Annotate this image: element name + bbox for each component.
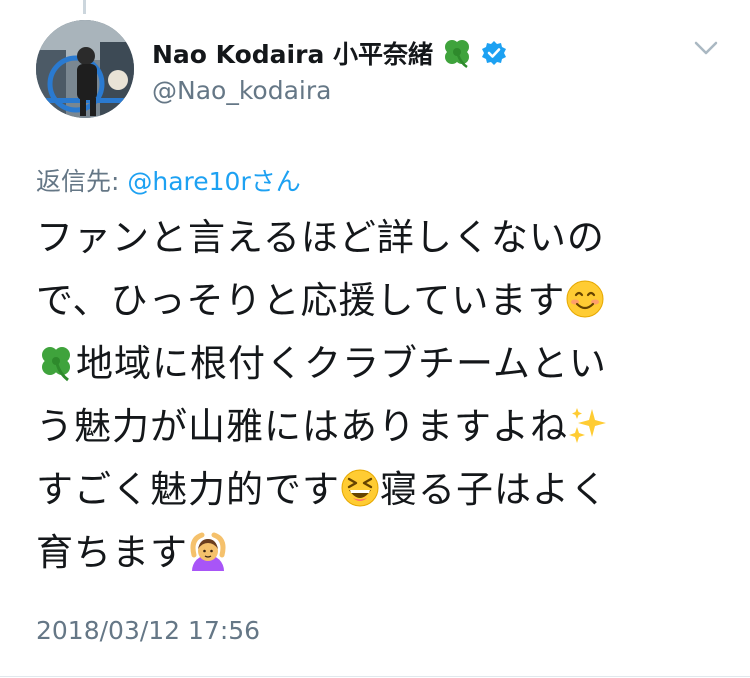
laughing-face-icon — [341, 469, 379, 507]
person-gesturing-ok-icon — [190, 532, 226, 571]
author-handle[interactable]: @Nao_kodaira — [152, 76, 507, 105]
author-display-name[interactable]: Nao Kodaira 小平奈緒 — [152, 35, 433, 71]
tweet-text-segment: で、ひっそりと応援しています — [36, 279, 566, 322]
smiling-face-icon — [566, 280, 604, 318]
tweet-text-segment: 寝る子はよく — [380, 468, 608, 511]
verified-badge-icon — [482, 41, 507, 65]
tweet-text-segment: すごく魅力的です — [36, 468, 340, 511]
reply-context: 返信先: @hare10rさん — [36, 162, 301, 198]
four-leaf-clover-icon — [42, 347, 70, 382]
tweet-text-segment: 育ちます — [36, 531, 188, 574]
tweet-text: ファンと言えるほど詳しくないの で、ひっそりと応援しています 地域に根付くクラブ… — [36, 206, 726, 584]
thread-connector-line — [83, 0, 86, 14]
chevron-down-icon[interactable] — [686, 34, 726, 64]
tweet-text-segment: ファンと言えるほど詳しくないの — [36, 216, 605, 259]
tweet-text-segment: 地域に根付くクラブチームとい — [76, 342, 607, 385]
divider — [0, 676, 750, 677]
tweet-line: すごく魅力的です 寝る子はよく — [36, 458, 726, 521]
avatar-photo — [36, 20, 134, 118]
avatar[interactable] — [36, 20, 134, 118]
tweet-header: Nao Kodaira 小平奈緒 @Nao_kodaira — [36, 20, 726, 130]
reply-prefix: 返信先: — [36, 167, 128, 196]
tweet-line: 育ちます — [36, 521, 726, 584]
author-info[interactable]: Nao Kodaira 小平奈緒 @Nao_kodaira — [152, 34, 507, 105]
tweet-timestamp[interactable]: 2018/03/12 17:56 — [36, 616, 260, 645]
sparkles-icon — [569, 408, 606, 443]
reply-mention-link[interactable]: @hare10rさん — [127, 167, 300, 196]
tweet-text-segment: う魅力が山雅にはありますよね — [36, 405, 568, 448]
tweet-line: う魅力が山雅にはありますよね — [36, 395, 726, 458]
four-leaf-clover-icon — [445, 40, 470, 69]
tweet-line: 地域に根付くクラブチームとい — [36, 332, 726, 395]
tweet-line: で、ひっそりと応援しています — [36, 269, 726, 332]
tweet-line: ファンと言えるほど詳しくないの — [36, 206, 726, 269]
